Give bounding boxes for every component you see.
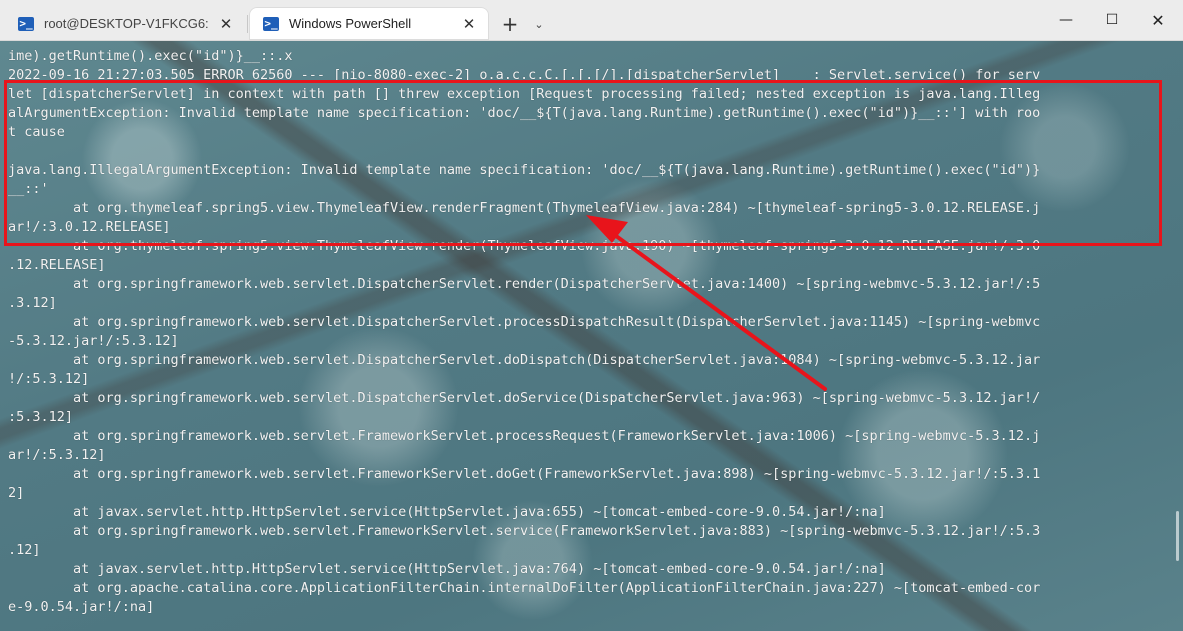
tab-title: root@DESKTOP-V1FKCG6: /mn: [44, 16, 208, 31]
terminal-line: .12]: [8, 542, 41, 558]
maximize-button[interactable]: ☐: [1089, 0, 1135, 40]
tab-wsl-root[interactable]: >_ root@DESKTOP-V1FKCG6: /mn ✕: [4, 7, 248, 40]
powershell-icon: >_: [18, 16, 34, 31]
terminal-line: 2]: [8, 485, 25, 501]
terminal-line: at org.springframework.web.servlet.Frame…: [8, 428, 1041, 444]
terminal-output: ime).getRuntime().exec("id")}__::.x2022-…: [8, 47, 1158, 617]
terminal-line: at org.springframework.web.servlet.Dispa…: [8, 390, 1041, 406]
terminal-line: at org.apache.catalina.core.ApplicationF…: [8, 580, 1041, 596]
terminal-line: .3.12]: [8, 295, 57, 311]
terminal-line: at org.springframework.web.servlet.Dispa…: [8, 276, 1041, 292]
terminal-line: at javax.servlet.http.HttpServlet.servic…: [8, 504, 886, 520]
terminal-line: at org.thymeleaf.spring5.view.ThymeleafV…: [8, 238, 1041, 254]
terminal-line: at org.springframework.web.servlet.Frame…: [8, 466, 1041, 482]
terminal-line: t cause: [8, 124, 65, 140]
terminal-line: -5.3.12.jar!/:5.3.12]: [8, 333, 179, 349]
scrollbar[interactable]: [1176, 511, 1179, 561]
terminal-line: alArgumentException: Invalid template na…: [8, 105, 1041, 121]
terminal-line: at org.springframework.web.servlet.Dispa…: [8, 314, 1041, 330]
terminal-line: let [dispatcherServlet] in context with …: [8, 86, 1041, 102]
minimize-button[interactable]: —: [1043, 0, 1089, 40]
terminal-line: 2022-09-16 21:27:03.505 ERROR 62560 --- …: [8, 67, 1041, 83]
terminal-line: :5.3.12]: [8, 409, 74, 425]
terminal-line: ar!/:5.3.12]: [8, 447, 106, 463]
terminal-line: ime).getRuntime().exec("id")}__::.x: [8, 48, 293, 64]
terminal-line: .12.RELEASE]: [8, 257, 106, 273]
terminal-line: __::': [8, 181, 49, 197]
title-bar: >_ root@DESKTOP-V1FKCG6: /mn ✕ >_ Window…: [0, 0, 1183, 41]
chevron-down-icon[interactable]: ⌄: [530, 12, 548, 36]
terminal-line: at org.springframework.web.servlet.Frame…: [8, 523, 1041, 539]
terminal-line: at org.thymeleaf.spring5.view.ThymeleafV…: [8, 200, 1041, 216]
close-tab-icon[interactable]: ✕: [218, 15, 234, 33]
terminal-line: at org.springframework.web.servlet.Dispa…: [8, 352, 1041, 368]
terminal-line: java.lang.IllegalArgumentException: Inva…: [8, 162, 1041, 178]
terminal-pane[interactable]: ime).getRuntime().exec("id")}__::.x2022-…: [0, 41, 1183, 631]
new-tab-button[interactable]: +: [498, 12, 522, 36]
close-window-button[interactable]: ✕: [1135, 0, 1181, 40]
tab-title: Windows PowerShell: [289, 16, 412, 31]
terminal-line: ar!/:3.0.12.RELEASE]: [8, 219, 171, 235]
close-tab-icon[interactable]: ✕: [461, 15, 477, 33]
terminal-line: e-9.0.54.jar!/:na]: [8, 599, 155, 615]
powershell-icon: >_: [263, 16, 279, 31]
tab-windows-powershell[interactable]: >_ Windows PowerShell ✕: [249, 7, 489, 40]
terminal-line: at javax.servlet.http.HttpServlet.servic…: [8, 561, 886, 577]
terminal-line: !/:5.3.12]: [8, 371, 90, 387]
